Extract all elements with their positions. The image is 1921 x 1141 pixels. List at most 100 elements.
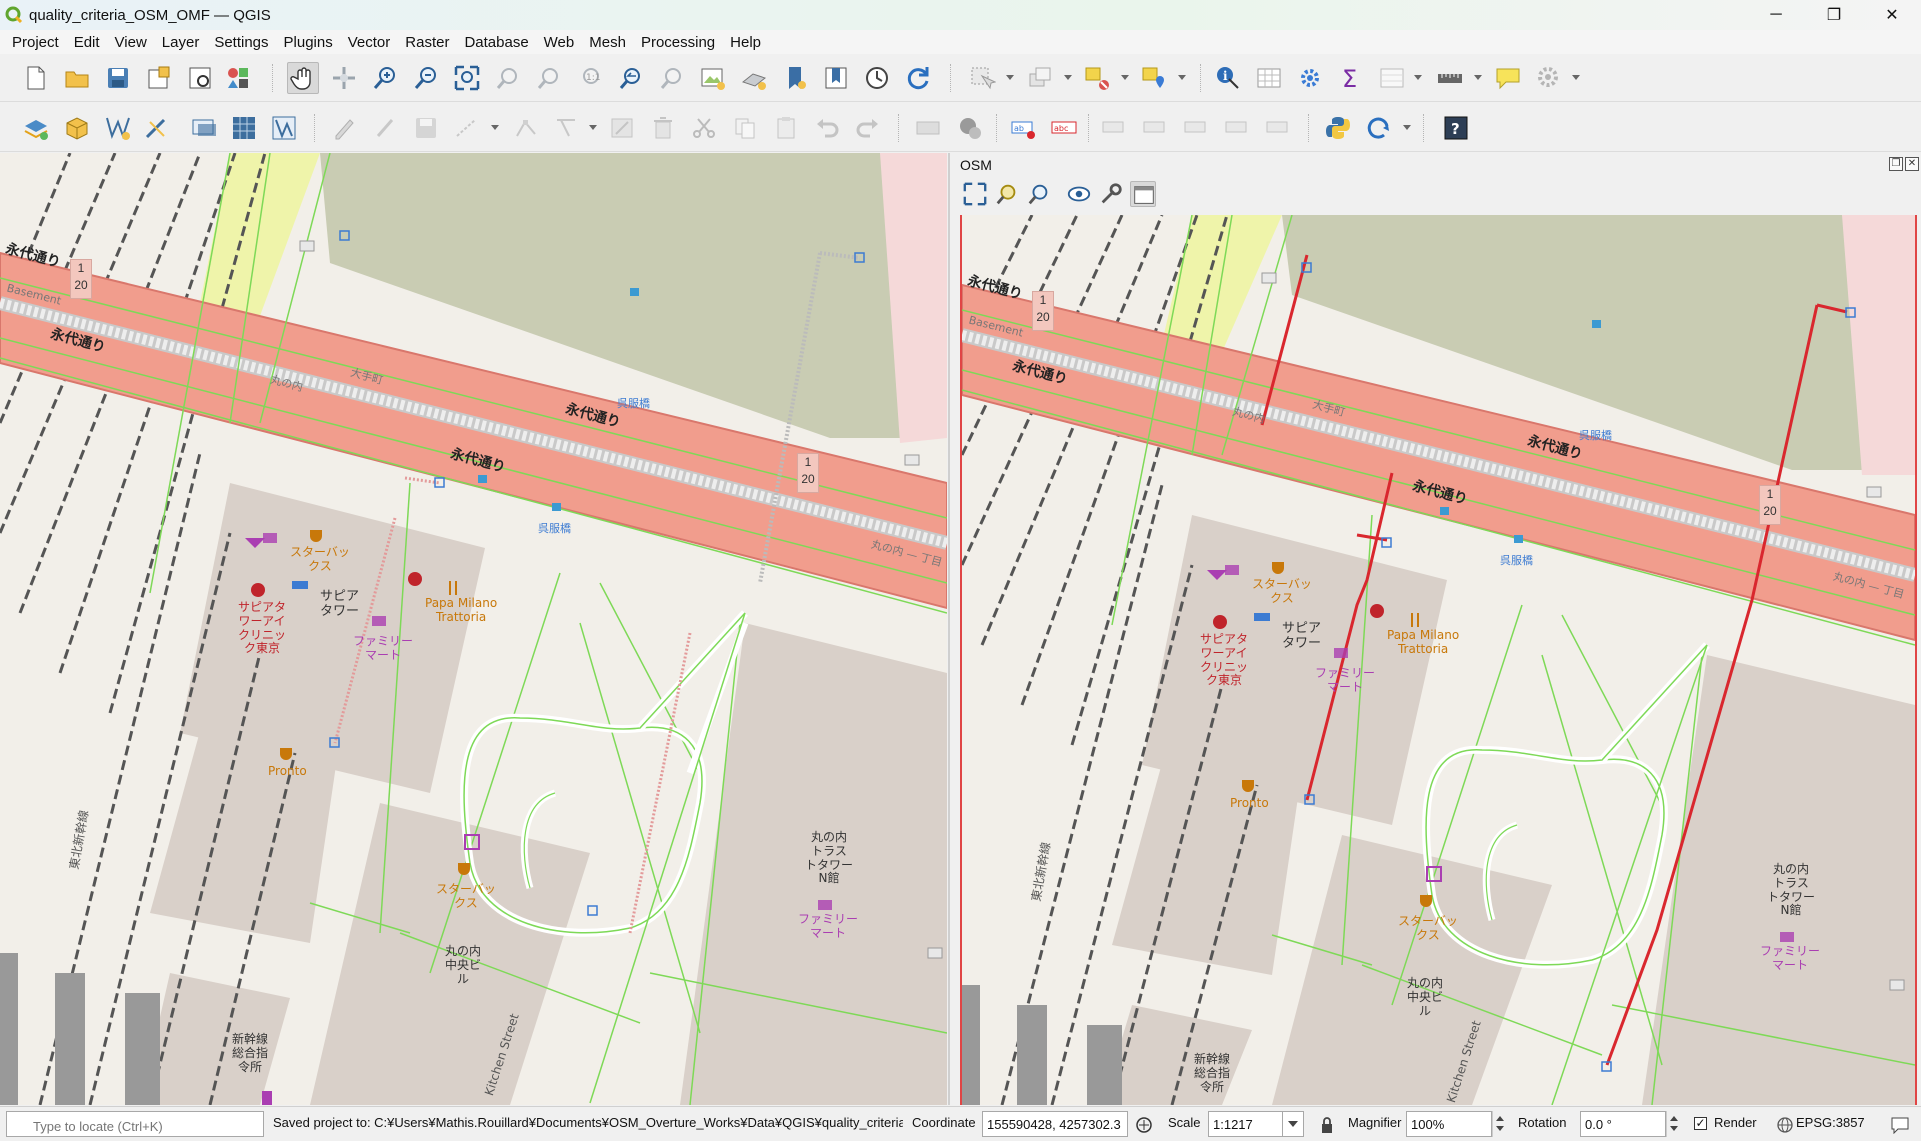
- redo-icon[interactable]: [854, 114, 882, 142]
- rotate-label-icon[interactable]: [1223, 114, 1251, 142]
- change-label-icon[interactable]: [1264, 114, 1292, 142]
- refresh-icon[interactable]: [904, 64, 932, 92]
- add-mesh-icon[interactable]: [270, 114, 298, 142]
- scale-field[interactable]: 1:1217: [1208, 1111, 1290, 1137]
- magnifier-spinner[interactable]: [1492, 1111, 1506, 1137]
- new-shapefile-icon[interactable]: [104, 114, 132, 142]
- attribute-table-icon[interactable]: [1255, 64, 1283, 92]
- render-checkbox[interactable]: ✓: [1694, 1117, 1707, 1130]
- zoom-full-icon[interactable]: [962, 181, 988, 207]
- view-settings-icon[interactable]: [1098, 181, 1124, 207]
- pan-to-selection-icon[interactable]: [330, 64, 358, 92]
- style-manager-icon[interactable]: [224, 64, 252, 92]
- zoom-to-selection-icon[interactable]: [494, 64, 522, 92]
- zoom-to-layer-icon[interactable]: [1026, 181, 1052, 207]
- coordinate-toggle-icon[interactable]: [1135, 1116, 1153, 1134]
- delete-selected-icon[interactable]: [649, 114, 677, 142]
- scale-dropdown[interactable]: [1282, 1111, 1304, 1137]
- new-project-icon[interactable]: [22, 64, 50, 92]
- locator-search-input[interactable]: [6, 1111, 264, 1137]
- open-field-calculator-icon[interactable]: [1378, 64, 1406, 92]
- toggle-editing-icon[interactable]: [330, 114, 358, 142]
- zoom-last-icon[interactable]: [617, 64, 645, 92]
- menu-help[interactable]: Help: [722, 34, 768, 51]
- zoom-next-icon[interactable]: [658, 64, 686, 92]
- zoom-full-icon[interactable]: [453, 64, 481, 92]
- menu-mesh[interactable]: Mesh: [581, 34, 633, 51]
- new-3d-view-icon[interactable]: [740, 64, 768, 92]
- copy-features-icon[interactable]: [731, 114, 759, 142]
- cut-features-icon[interactable]: [690, 114, 718, 142]
- menu-project[interactable]: Project: [0, 34, 66, 51]
- data-source-manager-icon[interactable]: [22, 114, 50, 142]
- plugin-reloader-icon[interactable]: [1365, 114, 1393, 142]
- zoom-out-icon[interactable]: [412, 64, 440, 92]
- menu-settings[interactable]: Settings: [206, 34, 275, 51]
- select-by-location-icon[interactable]: [1140, 64, 1168, 92]
- new-temp-layer-icon[interactable]: [142, 114, 170, 142]
- layout-manager-icon[interactable]: [186, 64, 214, 92]
- temporal-controller-icon[interactable]: [863, 64, 891, 92]
- new-virtual-layer-icon[interactable]: [190, 114, 218, 142]
- osm-map-canvas[interactable]: Basement 永代通り 永代通り 永代通り 永代通り 大手町 丸の内 丸の内…: [960, 215, 1917, 1105]
- menu-view[interactable]: View: [107, 34, 154, 51]
- pan-icon[interactable]: [287, 62, 319, 94]
- menu-raster[interactable]: Raster: [397, 34, 456, 51]
- advanced-digitizing-icon[interactable]: [553, 114, 581, 142]
- minimize-button[interactable]: ─: [1747, 0, 1805, 30]
- measure-icon[interactable]: [1436, 64, 1464, 92]
- menu-vector[interactable]: Vector: [340, 34, 398, 51]
- new-map-view-icon[interactable]: [699, 64, 727, 92]
- menu-plugins[interactable]: Plugins: [276, 34, 340, 51]
- modify-attributes-icon[interactable]: [608, 114, 636, 142]
- show-hide-label-icon[interactable]: [1141, 114, 1169, 142]
- toggle-label-icon[interactable]: abc: [1050, 114, 1078, 142]
- sync-view-icon[interactable]: [1130, 181, 1156, 207]
- map-tips-icon[interactable]: [1494, 64, 1522, 92]
- paste-features-icon[interactable]: [772, 114, 800, 142]
- undo-icon[interactable]: [813, 114, 841, 142]
- menu-web[interactable]: Web: [536, 34, 582, 51]
- zoom-in-icon[interactable]: [371, 64, 399, 92]
- menu-processing[interactable]: Processing: [633, 34, 722, 51]
- menu-database[interactable]: Database: [456, 34, 535, 51]
- print-layout-icon[interactable]: [145, 64, 173, 92]
- statistics-icon[interactable]: Σ: [1337, 64, 1365, 93]
- select-by-value-icon[interactable]: [1026, 64, 1054, 92]
- pin-label-icon[interactable]: [1100, 114, 1128, 142]
- save-project-icon[interactable]: [104, 64, 132, 92]
- messages-icon[interactable]: [1890, 1116, 1910, 1134]
- label-toolbar-icon[interactable]: [914, 114, 942, 142]
- new-bookmark-icon[interactable]: [781, 64, 809, 92]
- open-project-icon[interactable]: [63, 64, 91, 92]
- menu-layer[interactable]: Layer: [154, 34, 207, 51]
- lock-scale-icon[interactable]: [1320, 1116, 1334, 1134]
- coordinate-field[interactable]: 155590428, 4257302.3: [982, 1111, 1128, 1137]
- help-icon[interactable]: ?: [1442, 114, 1470, 142]
- new-geopackage-icon[interactable]: [63, 114, 91, 142]
- add-raster-icon[interactable]: [230, 114, 258, 142]
- zoom-to-layer-icon[interactable]: [535, 64, 563, 92]
- highlight-pinned-label-icon[interactable]: ab: [1010, 114, 1038, 142]
- zoom-to-selection-icon[interactable]: [994, 181, 1020, 207]
- select-features-icon[interactable]: [968, 64, 997, 92]
- python-console-icon[interactable]: [1324, 114, 1352, 142]
- rotation-spinner[interactable]: [1666, 1111, 1680, 1137]
- crs-button[interactable]: EPSG:3857: [1796, 1115, 1865, 1130]
- close-panel-button[interactable]: ✕: [1905, 157, 1919, 171]
- diagram-icon[interactable]: [956, 114, 984, 142]
- deselect-icon[interactable]: [1083, 64, 1111, 92]
- float-panel-button[interactable]: ❐: [1889, 157, 1903, 171]
- close-button[interactable]: ✕: [1863, 0, 1921, 30]
- main-map-canvas[interactable]: Basement 永代通り 永代通り 永代通り 永代通り 大手町 丸の内 丸の内…: [0, 153, 947, 1105]
- settings-icon[interactable]: [1535, 64, 1563, 92]
- digitize-icon[interactable]: [453, 114, 481, 142]
- rotation-field[interactable]: 0.0 °: [1580, 1111, 1666, 1137]
- zoom-native-icon[interactable]: 1:1: [576, 64, 604, 92]
- move-label-icon[interactable]: [1182, 114, 1210, 142]
- maximize-button[interactable]: ❐: [1805, 0, 1863, 30]
- view-theme-icon[interactable]: [1066, 181, 1092, 207]
- menu-edit[interactable]: Edit: [66, 34, 107, 51]
- vertex-tool-icon[interactable]: [512, 114, 540, 142]
- identify-icon[interactable]: i: [1214, 64, 1242, 92]
